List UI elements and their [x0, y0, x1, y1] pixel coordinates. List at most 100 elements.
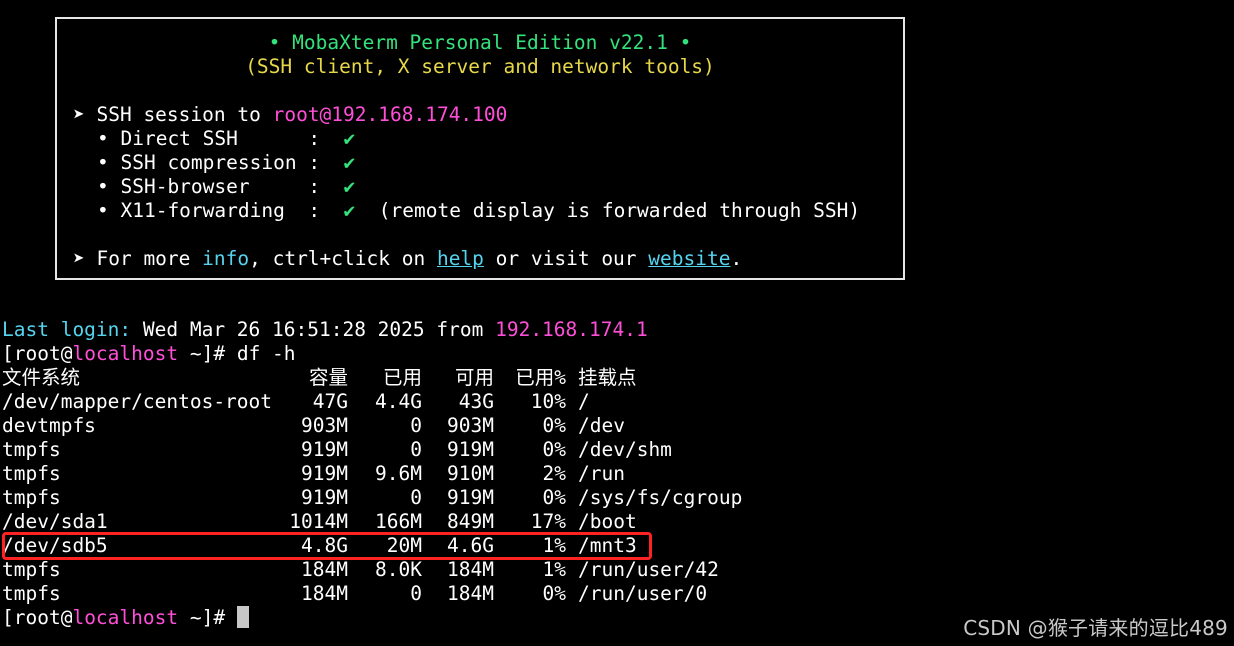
- check-icon: ✔: [343, 199, 356, 222]
- more-prefix: ➤ For more: [73, 247, 203, 270]
- df-used: 8.0K: [375, 558, 422, 581]
- df-avail: 910M: [447, 462, 494, 485]
- df-avail: 919M: [447, 438, 494, 461]
- prompt-close: ~]#: [178, 342, 226, 365]
- df-size: 919M: [301, 462, 348, 485]
- command-prompt-line: [root@localhost ~]# df -h: [2, 342, 1234, 366]
- df-used: 0: [410, 582, 422, 605]
- df-row: tmpfs 919M 0 919M 0% /dev/shm: [2, 438, 1234, 462]
- more-info-line: ➤ For more info, ctrl+click on help or v…: [73, 247, 742, 271]
- feature-x11-forwarding: • X11-forwarding : ✔ (remote display is …: [97, 199, 860, 223]
- df-mount: /dev: [578, 414, 625, 437]
- df-header-use-pct: 已用%: [515, 366, 566, 389]
- prompt-close: ~]#: [178, 606, 226, 629]
- df-avail: 903M: [447, 414, 494, 437]
- df-used: 0: [410, 486, 422, 509]
- info-link[interactable]: info: [202, 247, 249, 270]
- terminal-output[interactable]: Last login: Wed Mar 26 16:51:28 2025 fro…: [2, 318, 1234, 630]
- df-avail: 919M: [447, 486, 494, 509]
- df-row: /dev/sda1 1014M 166M 849M 17% /boot: [2, 510, 1234, 534]
- df-header-size: 容量: [308, 366, 348, 389]
- df-row: devtmpfs 903M 0 903M 0% /dev: [2, 414, 1234, 438]
- df-filesystem: devtmpfs: [2, 414, 96, 437]
- df-used: 0: [410, 414, 422, 437]
- feature-label: • X11-forwarding :: [97, 199, 321, 222]
- df-use-pct: 17%: [530, 510, 566, 533]
- df-mount: /run: [578, 462, 625, 485]
- website-link[interactable]: website: [648, 247, 730, 270]
- banner-subtitle: (SSH client, X server and network tools): [245, 55, 715, 78]
- prompt-open: [root@: [2, 606, 73, 629]
- feature-label: • SSH-browser :: [97, 175, 321, 198]
- df-mount: /: [578, 390, 590, 413]
- df-row: tmpfs 184M 0 184M 0% /run/user/0: [2, 582, 1234, 606]
- check-icon: ✔: [343, 175, 356, 198]
- df-filesystem: /dev/mapper/centos-root: [2, 390, 273, 413]
- check-icon: ✔: [343, 127, 356, 150]
- df-filesystem: /dev/sda1: [2, 510, 108, 533]
- feature-direct-ssh: • Direct SSH : ✔: [97, 127, 355, 151]
- last-login-line: Last login: Wed Mar 26 16:51:28 2025 fro…: [2, 318, 1234, 342]
- df-header-used: 已用: [382, 366, 422, 389]
- check-icon: ✔: [343, 151, 356, 174]
- df-size: 1014M: [289, 510, 348, 533]
- highlight-box: [2, 532, 652, 560]
- df-used: 0: [410, 438, 422, 461]
- more-end: .: [730, 247, 743, 270]
- feature-ssh-compression: • SSH compression : ✔: [97, 151, 355, 175]
- df-used: 9.6M: [375, 462, 422, 485]
- df-use-pct: 0%: [542, 414, 566, 437]
- df-used: 4.4G: [375, 390, 422, 413]
- last-login-text: Wed Mar 26 16:51:28 2025 from: [131, 318, 496, 341]
- df-header-row: 文件系统 容量 已用 可用 已用% 挂载点: [2, 366, 1234, 390]
- df-use-pct: 2%: [542, 462, 566, 485]
- session-prefix: ➤ SSH session to: [73, 103, 273, 126]
- df-header-avail: 可用: [454, 366, 494, 389]
- df-row: tmpfs 919M 9.6M 910M 2% /run: [2, 462, 1234, 486]
- df-size: 184M: [301, 582, 348, 605]
- df-size: 919M: [301, 438, 348, 461]
- more-mid: , ctrl+click on: [249, 247, 437, 270]
- banner-title: • MobaXterm Personal Edition v22.1 •: [268, 31, 692, 54]
- prompt-host: localhost: [72, 606, 179, 629]
- mobaxterm-banner: • MobaXterm Personal Edition v22.1 • (SS…: [55, 17, 905, 280]
- df-filesystem: tmpfs: [2, 486, 61, 509]
- df-use-pct: 0%: [542, 438, 566, 461]
- csdn-watermark: CSDN @猴子请来的逗比489: [963, 616, 1228, 640]
- last-login-label: Last login:: [2, 318, 132, 341]
- df-used: 166M: [375, 510, 422, 533]
- feature-label: • SSH compression :: [97, 151, 321, 174]
- df-mount: /dev/shm: [578, 438, 672, 461]
- df-avail: 43G: [458, 390, 494, 413]
- df-avail: 184M: [447, 558, 494, 581]
- df-filesystem: tmpfs: [2, 462, 61, 485]
- df-size: 903M: [301, 414, 348, 437]
- df-mount: /boot: [578, 510, 637, 533]
- df-avail: 849M: [447, 510, 494, 533]
- more-mid2: or visit our: [483, 247, 649, 270]
- df-mount: /sys/fs/cgroup: [578, 486, 743, 509]
- terminal-cursor: [236, 606, 249, 628]
- df-filesystem: tmpfs: [2, 438, 61, 461]
- ssh-session-line: ➤ SSH session to root@192.168.174.100: [73, 103, 507, 127]
- df-use-pct: 0%: [542, 582, 566, 605]
- command-text: df -h: [225, 342, 296, 365]
- df-avail: 184M: [447, 582, 494, 605]
- df-mount: /run/user/0: [578, 582, 708, 605]
- df-row: tmpfs 184M 8.0K 184M 1% /run/user/42: [2, 558, 1234, 582]
- df-use-pct: 0%: [542, 486, 566, 509]
- feature-ssh-browser: • SSH-browser : ✔: [97, 175, 355, 199]
- last-login-ip: 192.168.174.1: [495, 318, 648, 341]
- df-filesystem: tmpfs: [2, 558, 61, 581]
- session-host: root@192.168.174.100: [272, 103, 508, 126]
- df-header-mount: 挂载点: [578, 366, 637, 389]
- df-size: 47G: [312, 390, 348, 413]
- prompt-open: [root@: [2, 342, 73, 365]
- df-size: 184M: [301, 558, 348, 581]
- df-use-pct: 1%: [542, 558, 566, 581]
- df-row: tmpfs 919M 0 919M 0% /sys/fs/cgroup: [2, 486, 1234, 510]
- help-link[interactable]: help: [437, 247, 484, 270]
- prompt-host: localhost: [72, 342, 179, 365]
- feature-label: • Direct SSH :: [97, 127, 321, 150]
- df-size: 919M: [301, 486, 348, 509]
